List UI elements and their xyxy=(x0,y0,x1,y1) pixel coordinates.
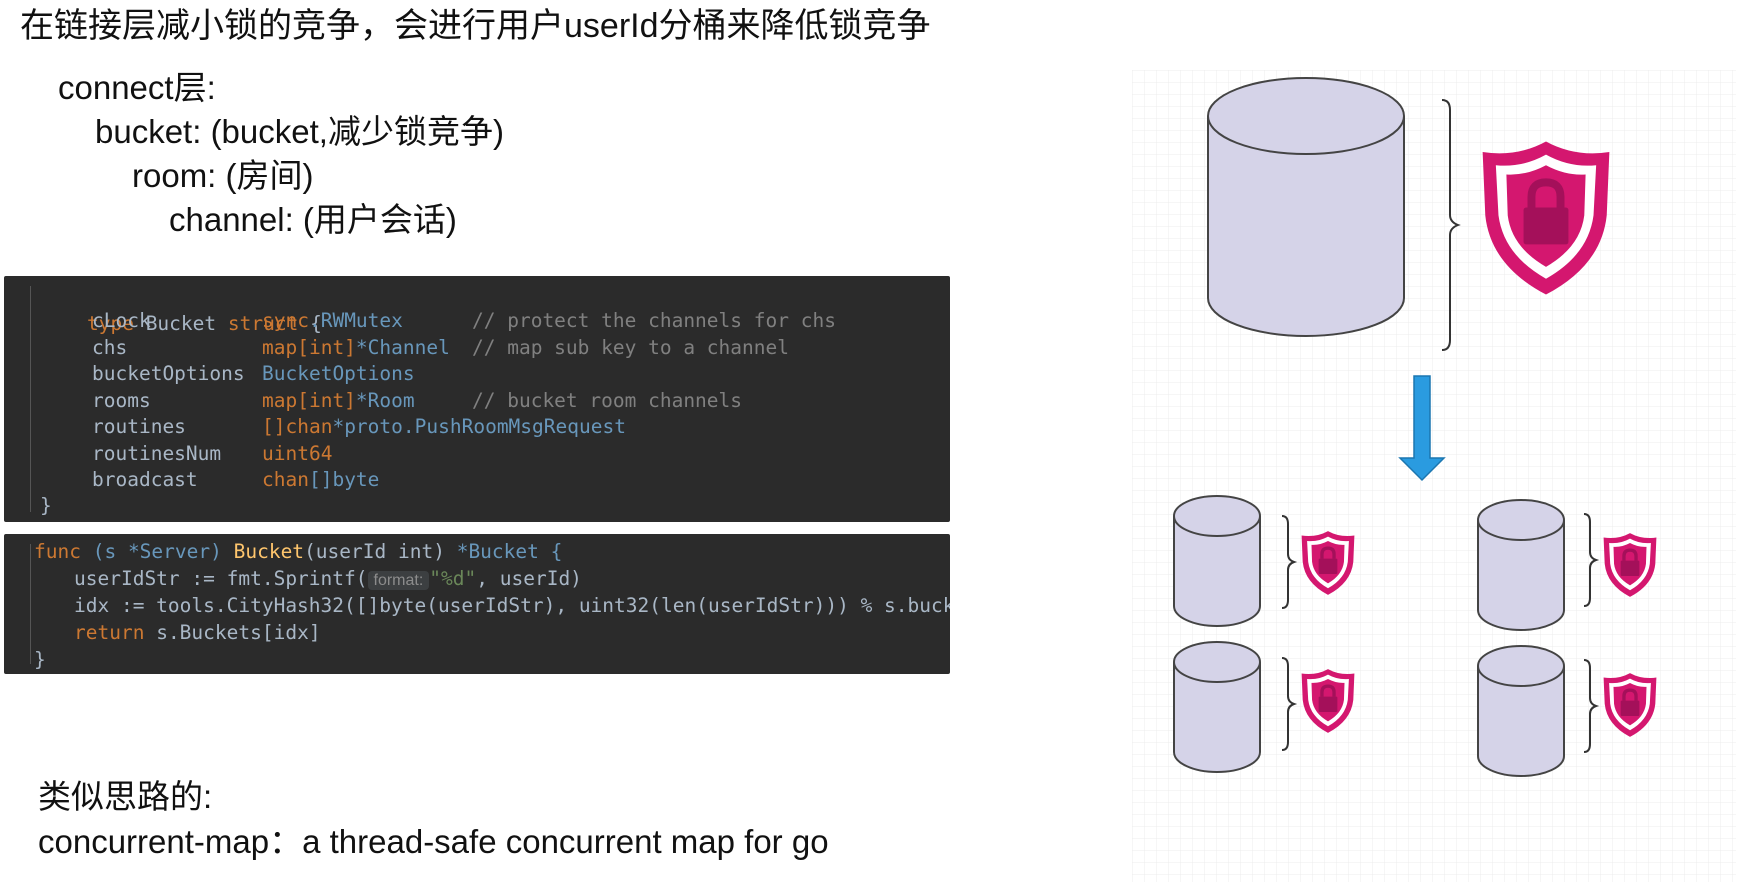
keyword-return: return xyxy=(74,621,145,644)
outline-connect: connect层: xyxy=(58,69,216,106)
param-hint: format: xyxy=(367,571,430,590)
field-type: uint64 xyxy=(262,439,332,469)
field-comment: // protect the channels for chs xyxy=(472,309,836,332)
field-type-prefix: map[int] xyxy=(262,388,356,412)
field-comment: // bucket room channels xyxy=(472,388,743,412)
keyword-func: func xyxy=(34,540,81,563)
field-type: map[int]*Channel xyxy=(262,333,450,363)
code-line-open: type Bucket struct { xyxy=(40,279,322,335)
field-type-prefix: []chan xyxy=(262,415,333,438)
func-params: (userId int) xyxy=(304,540,445,563)
page-title: 在链接层减小锁的竞争，会进行用户userId分桶来降低锁竞争 xyxy=(20,7,931,45)
field-type-name: BucketOptions xyxy=(262,362,415,385)
sprintf-args: , userId) xyxy=(476,567,582,590)
lock-sharding-diagram xyxy=(1132,70,1736,882)
bucket-func-code: func (s *Server) Bucket(userId int) *Buc… xyxy=(4,534,950,674)
large-cylinder xyxy=(1207,77,1405,337)
small-cylinder-3 xyxy=(1173,641,1261,773)
bucket-struct-code: type Bucket struct { cLock sync.RWMutex //… xyxy=(4,276,950,522)
field-type-prefix: map[int] xyxy=(262,335,356,359)
field-type: chan[]byte xyxy=(262,465,379,495)
code-line-close: } xyxy=(34,648,46,671)
related-library: concurrent-map：a thread-safe concurrent … xyxy=(38,823,829,860)
field-type-name: *Room xyxy=(355,388,415,412)
code-line-sprintf: userIdStr := fmt.Sprintf(format: "%d", us… xyxy=(74,564,582,594)
func-return: *Bucket { xyxy=(456,540,563,563)
field-name: routines xyxy=(92,415,186,438)
struct-name: Bucket xyxy=(145,312,217,335)
field-name: routinesNum xyxy=(92,441,222,465)
sprintf-call: userIdStr := fmt.Sprintf( xyxy=(74,567,368,590)
outline-bucket: bucket: (bucket,减少锁竞争) xyxy=(95,113,504,150)
small-cylinder-1 xyxy=(1173,495,1261,627)
code-gutter xyxy=(30,286,31,512)
code-line-idx: idx := tools.CityHash32([]byte(userIdStr… xyxy=(74,594,950,617)
func-signature: func (s *Server) Bucket(userId int) *Buc… xyxy=(34,537,562,567)
field-type-name: .RWMutex xyxy=(308,309,403,332)
hierarchy-outline: connect层: bucket: (bucket,减少锁竞争) room: (… xyxy=(58,66,504,242)
field-type: sync.RWMutex xyxy=(262,306,403,336)
func-name: Bucket xyxy=(233,540,305,563)
field-name: rooms xyxy=(92,388,151,412)
small-cylinder-2 xyxy=(1477,499,1565,631)
field-type-prefix: sync xyxy=(262,309,309,332)
field-type: BucketOptions xyxy=(262,359,415,389)
field-type-name: *Channel xyxy=(355,335,450,359)
related-heading: 类似思路的: xyxy=(38,778,213,815)
code-line-return: return s.Buckets[idx] xyxy=(74,618,321,648)
outline-room: room: (房间) xyxy=(132,157,314,194)
field-type: map[int]*Room xyxy=(262,386,415,416)
field-type-prefix: uint64 xyxy=(262,441,333,465)
func-receiver: (s *Server) xyxy=(92,540,222,563)
field-type-prefix: chan xyxy=(262,468,309,491)
format-string: "%d" xyxy=(429,567,477,590)
field-type: []chan*proto.PushRoomMsgRequest xyxy=(262,412,626,442)
field-name: bucketOptions xyxy=(92,362,245,385)
field-comment: // map sub key to a channel xyxy=(472,335,789,359)
outline-channel: channel: (用户会话) xyxy=(169,201,457,238)
field-name: broadcast xyxy=(92,468,198,491)
field-name: cLock xyxy=(92,309,151,332)
code-gutter xyxy=(30,544,31,664)
related-note: 类似思路的: concurrent-map：a thread-safe conc… xyxy=(38,774,829,864)
field-type-name: []byte xyxy=(308,468,380,491)
small-cylinder-4 xyxy=(1477,645,1565,777)
field-name: chs xyxy=(92,335,128,359)
field-type-name: *proto.PushRoomMsgRequest xyxy=(332,415,626,438)
code-line-close: } xyxy=(40,494,52,517)
return-value: s.Buckets[idx] xyxy=(156,621,321,644)
